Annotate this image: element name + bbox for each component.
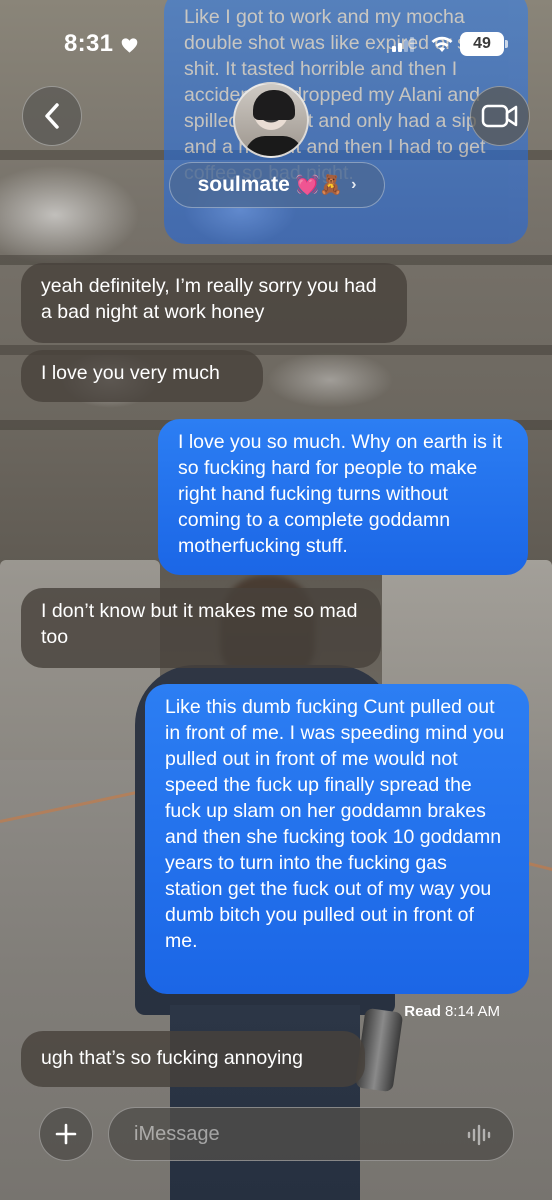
message-bubble-received[interactable]: I don’t know but it makes me so mad too (21, 588, 381, 668)
add-attachment-button[interactable] (39, 1107, 93, 1161)
battery-indicator: 49 (460, 32, 504, 56)
message-text: Like this dumb fucking Cunt pulled out i… (165, 696, 505, 952)
message-bubble-received[interactable]: yeah definitely, I’m really sorry you ha… (21, 263, 407, 343)
video-camera-icon (481, 104, 518, 128)
message-text: yeah definitely, I’m really sorry you ha… (41, 275, 377, 323)
message-input[interactable]: iMessage (108, 1107, 514, 1161)
back-chevron-icon (45, 103, 59, 129)
contact-avatar[interactable] (233, 82, 309, 158)
back-button[interactable] (22, 86, 82, 146)
signal-icon (392, 36, 414, 52)
message-bubble-received[interactable]: ugh that’s so fucking annoying (21, 1031, 365, 1087)
message-input-placeholder: iMessage (134, 1123, 220, 1145)
message-bubble-sent[interactable]: I love you so much. Why on earth is it s… (158, 419, 528, 575)
message-text: I love you so much. Why on earth is it s… (178, 431, 503, 557)
contact-name: soulmate (197, 173, 290, 196)
audio-wave-icon[interactable] (467, 1124, 493, 1146)
heart-icon (121, 38, 138, 53)
read-label: Read (404, 1003, 441, 1020)
read-receipt: Read 8:14 AM (404, 1003, 500, 1020)
read-time: 8:14 AM (444, 1003, 500, 1020)
contact-name-button[interactable]: soulmate 💓🧸 › (169, 162, 385, 208)
contact-emojis: 💓🧸 (295, 175, 344, 196)
chevron-right-icon: › (351, 176, 357, 193)
message-text: I don’t know but it makes me so mad too (41, 600, 358, 648)
message-text: I love you very much (41, 362, 220, 384)
status-time: 8:31 (64, 30, 114, 57)
wifi-icon (431, 36, 453, 52)
plus-icon (55, 1123, 77, 1145)
facetime-video-button[interactable] (470, 86, 530, 146)
status-bar: 8:31 49 (0, 0, 552, 90)
message-bubble-received[interactable]: I love you very much (21, 350, 263, 402)
message-bubble-sent[interactable]: Like this dumb fucking Cunt pulled out i… (145, 684, 529, 994)
message-text: ugh that’s so fucking annoying (41, 1047, 303, 1069)
